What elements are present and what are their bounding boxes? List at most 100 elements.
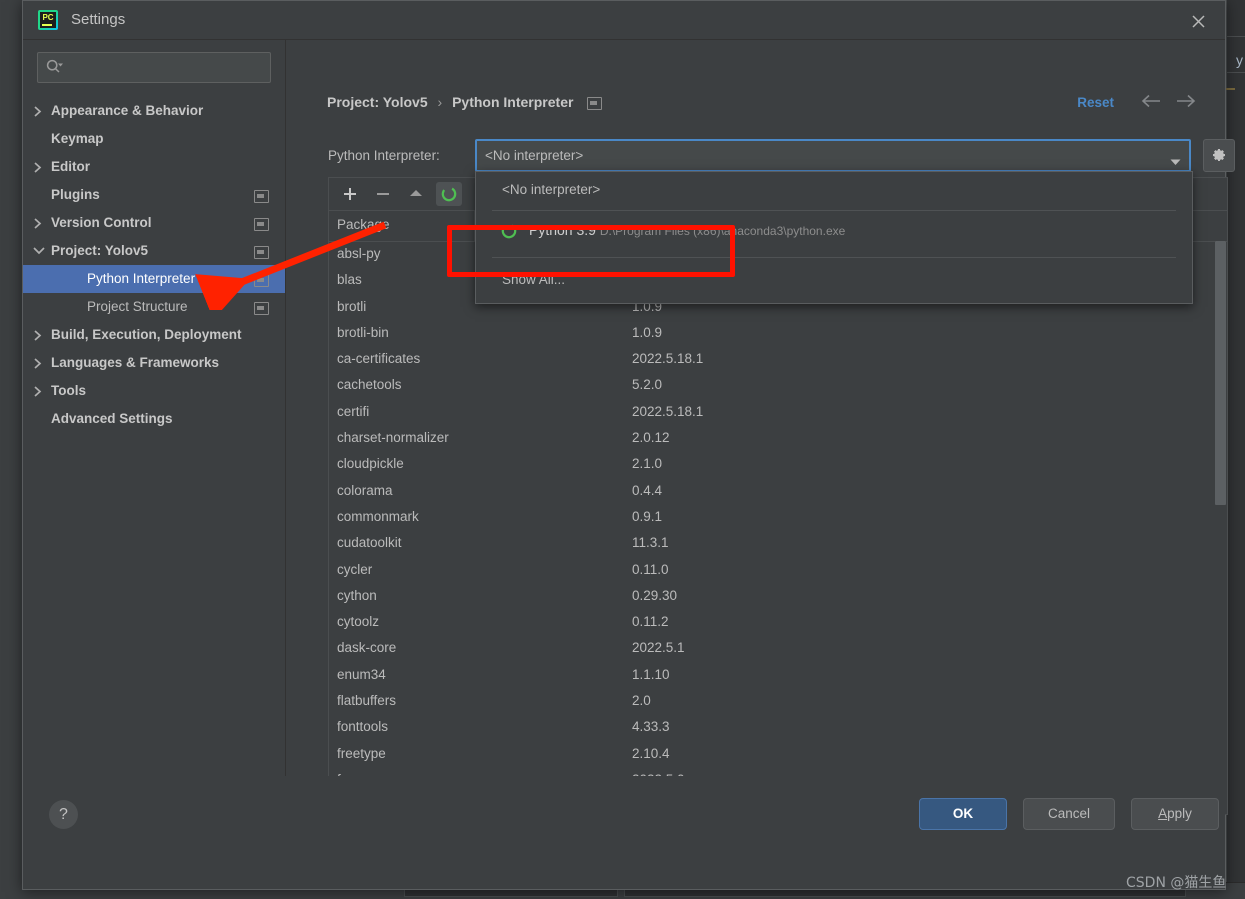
package-name: colorama	[337, 482, 393, 498]
sidebar-item-label: Keymap	[51, 131, 104, 146]
add-package-button[interactable]	[337, 182, 363, 206]
sidebar-item-label: Advanced Settings	[51, 411, 173, 426]
chevron-right-icon[interactable]	[33, 153, 45, 181]
package-version: 0.9.1	[632, 508, 663, 524]
table-row[interactable]: cloudpickle 2.1.0	[329, 452, 1227, 478]
dialog-titlebar: Settings	[23, 1, 1225, 40]
ide-right-divider-1	[1227, 36, 1245, 37]
help-button[interactable]: ?	[49, 800, 78, 829]
sidebar-item-label: Build, Execution, Deployment	[51, 327, 242, 342]
package-version: 4.33.3	[632, 719, 670, 735]
table-row[interactable]: flatbuffers 2.0	[329, 689, 1227, 715]
packages-scrollbar-thumb[interactable]	[1215, 241, 1226, 505]
sidebar-item-tools[interactable]: Tools	[23, 377, 285, 405]
ide-right-char: y	[1236, 52, 1243, 68]
table-row[interactable]: colorama 0.4.4	[329, 479, 1227, 505]
table-row[interactable]: enum34 1.1.10	[329, 663, 1227, 689]
interpreter-label: Python Interpreter:	[328, 148, 440, 163]
package-name: flatbuffers	[337, 693, 397, 709]
annotation-arrow-icon	[195, 221, 387, 310]
package-name: fonttools	[337, 719, 389, 735]
table-row[interactable]: cycler 0.11.0	[329, 558, 1227, 584]
ide-right-marker	[1226, 88, 1235, 90]
module-badge-icon	[587, 96, 603, 110]
sidebar-item-label: Project Structure	[87, 299, 188, 314]
sidebar-item-keymap[interactable]: Keymap	[23, 125, 285, 153]
sidebar-item-label: Project: Yolov5	[51, 243, 149, 258]
sidebar-item-editor[interactable]: Editor	[23, 153, 285, 181]
dropdown-option-no-interpreter[interactable]: <No interpreter>	[476, 172, 1192, 210]
settings-dialog: Settings	[22, 0, 1235, 890]
chevron-right-icon[interactable]	[33, 349, 45, 377]
sidebar-item-label: Appearance & Behavior	[51, 103, 204, 118]
package-name: dask-core	[337, 640, 397, 656]
search-box[interactable]	[37, 52, 271, 84]
table-row[interactable]: cython 0.29.30	[329, 584, 1227, 610]
interpreter-settings-button[interactable]	[1203, 139, 1235, 172]
table-row[interactable]: dask-core 2022.5.1	[329, 636, 1227, 662]
sidebar-item-appearance-behavior[interactable]: Appearance & Behavior	[23, 97, 285, 125]
ok-button[interactable]: OK	[919, 798, 1007, 830]
package-version: 2022.5.18.1	[632, 351, 704, 367]
sidebar-item-plugins[interactable]: Plugins	[23, 181, 285, 209]
table-row[interactable]: certifi 2022.5.18.1	[329, 400, 1227, 426]
sidebar-item-label: Tools	[51, 383, 86, 398]
ide-right-divider-2	[1227, 72, 1245, 73]
breadcrumb-root[interactable]: Project: Yolov5	[327, 94, 428, 110]
package-version: 2.1.0	[632, 456, 663, 472]
chevron-right-icon[interactable]	[33, 321, 45, 349]
sidebar-item-label: Editor	[51, 159, 90, 174]
package-name: cytoolz	[337, 614, 380, 630]
table-row[interactable]: commonmark 0.9.1	[329, 505, 1227, 531]
annotation-highlight-box	[447, 225, 735, 277]
watermark: CSDN @猫生鱼	[1126, 875, 1227, 891]
refresh-packages-button[interactable]	[436, 182, 462, 206]
interpreter-selected-value: <No interpreter>	[485, 148, 584, 163]
sidebar-item-label: Plugins	[51, 187, 100, 202]
table-row[interactable]: cytoolz 0.11.2	[329, 610, 1227, 636]
package-version: 0.29.30	[632, 587, 678, 603]
ide-right-strip	[1227, 0, 1245, 899]
chevron-right-icon[interactable]	[33, 377, 45, 405]
package-version: 0.4.4	[632, 482, 663, 498]
remove-package-button[interactable]	[370, 182, 396, 206]
sidebar-item-advanced-settings[interactable]: Advanced Settings	[23, 405, 285, 433]
python-interpreter-select[interactable]: <No interpreter>	[475, 139, 1191, 172]
search-input[interactable]	[68, 53, 266, 84]
chevron-right-icon[interactable]	[33, 97, 45, 125]
table-row[interactable]: brotli-bin 1.0.9	[329, 321, 1227, 347]
sidebar-item-languages-frameworks[interactable]: Languages & Frameworks	[23, 349, 285, 377]
table-row[interactable]: fonttools 4.33.3	[329, 715, 1227, 741]
package-version: 1.1.10	[632, 666, 670, 682]
package-name: enum34	[337, 666, 386, 682]
table-row[interactable]: ca-certificates 2022.5.18.1	[329, 347, 1227, 373]
package-version: 1.0.9	[632, 324, 663, 340]
package-name: cachetools	[337, 377, 402, 393]
arrow-right-icon[interactable]	[1175, 93, 1197, 112]
table-row[interactable]: cachetools 5.2.0	[329, 373, 1227, 399]
table-row[interactable]: cudatoolkit 11.3.1	[329, 531, 1227, 557]
ide-left-strip	[0, 0, 22, 899]
settings-sidebar: Appearance & Behavior Keymap Editor Plugins…	[23, 40, 286, 852]
apply-button[interactable]: Apply	[1131, 798, 1219, 830]
table-row[interactable]: charset-normalizer 2.0.12	[329, 426, 1227, 452]
reset-button[interactable]: Reset	[1077, 95, 1114, 110]
arrow-left-icon[interactable]	[1140, 93, 1162, 112]
chevron-down-icon[interactable]	[33, 237, 45, 265]
chevron-right-icon[interactable]	[33, 209, 45, 237]
package-version: 2.0	[632, 693, 651, 709]
package-name: commonmark	[337, 508, 419, 524]
package-version: 0.11.0	[632, 561, 669, 577]
package-version: 2.10.4	[632, 745, 670, 761]
package-version: 0.11.2	[632, 614, 669, 630]
upgrade-package-button[interactable]	[403, 182, 429, 206]
package-version: 2022.5.1	[632, 640, 685, 656]
table-row[interactable]: freetype 2.10.4	[329, 742, 1227, 768]
sidebar-item-build-execution-deployment[interactable]: Build, Execution, Deployment	[23, 321, 285, 349]
packages-table-body: absl-py blas brotli 1.0.9 brotli-bin 1.0.9 ca-…	[329, 242, 1227, 821]
close-icon[interactable]	[1185, 9, 1211, 33]
cancel-button[interactable]: Cancel	[1023, 798, 1115, 830]
package-name: cudatoolkit	[337, 535, 402, 551]
search-container	[23, 40, 285, 84]
package-name: charset-normalizer	[337, 430, 449, 446]
